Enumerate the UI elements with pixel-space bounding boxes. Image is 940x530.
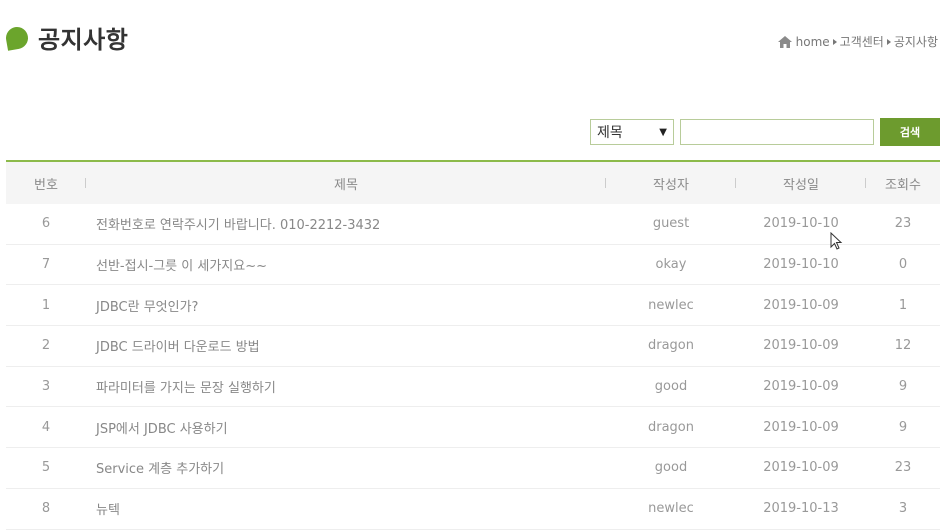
table-row: 1 JDBC란 무엇인가? newlec 2019-10-09 1 — [6, 285, 940, 327]
breadcrumb: home 고객센터 공지사항 — [777, 33, 938, 50]
cell-number: 1 — [41, 297, 51, 313]
table-row: 7 선반-접시-그릇 이 세가지요~~ okay 2019-10-10 0 — [6, 245, 940, 286]
cell-title-link[interactable]: 뉴텍 — [86, 499, 606, 518]
cell-title-link[interactable]: JDBC란 무엇인가? — [86, 296, 606, 315]
search-input[interactable] — [680, 119, 874, 145]
cell-writer: guest — [652, 216, 690, 232]
breadcrumb-separator-icon — [832, 38, 837, 45]
cell-writer: newlec — [648, 297, 694, 313]
search-button[interactable]: 검색 — [880, 118, 940, 146]
table-row: 8 뉴텍 newlec 2019-10-13 3 — [6, 489, 940, 530]
table-row: 3 파라미터를 가지는 문장 실행하기 good 2019-10-09 9 — [6, 367, 940, 408]
search-form: 제목 ▼ 검색 — [590, 118, 940, 146]
cell-date: 2019-10-10 — [763, 216, 839, 232]
cell-title-link[interactable]: 선반-접시-그릇 이 세가지요~~ — [86, 255, 606, 274]
cell-hits: 9 — [898, 379, 908, 395]
cell-title-link[interactable]: 파라미터를 가지는 문장 실행하기 — [86, 377, 606, 396]
header-date: 작성일 — [736, 174, 866, 193]
cell-date: 2019-10-09 — [763, 379, 839, 395]
cell-writer: good — [654, 379, 688, 395]
cell-date: 2019-10-09 — [763, 460, 839, 476]
breadcrumb-home[interactable]: home — [796, 35, 830, 49]
cell-number: 2 — [41, 338, 51, 354]
home-icon[interactable] — [777, 35, 793, 49]
cell-title-link[interactable]: JSP에서 JDBC 사용하기 — [86, 418, 606, 437]
cell-hits: 1 — [898, 297, 908, 313]
cell-number: 7 — [41, 257, 51, 273]
leaf-icon — [4, 24, 30, 51]
cell-hits: 0 — [898, 257, 908, 273]
cell-date: 2019-10-10 — [763, 257, 839, 273]
mouse-cursor-icon — [830, 232, 843, 250]
page-title: 공지사항 — [38, 26, 129, 54]
breadcrumb-customer-center[interactable]: 고객센터 — [840, 33, 884, 50]
search-field-select[interactable]: 제목 ▼ — [590, 119, 674, 145]
cell-hits: 12 — [894, 338, 912, 354]
cell-hits: 9 — [898, 419, 908, 435]
cell-hits: 23 — [894, 216, 912, 232]
table-row: 4 JSP에서 JDBC 사용하기 dragon 2019-10-09 9 — [6, 407, 940, 449]
header-number: 번호 — [6, 174, 86, 193]
cell-hits: 23 — [894, 460, 912, 476]
cell-number: 6 — [41, 216, 51, 232]
cell-title-link[interactable]: Service 계층 추가하기 — [86, 458, 606, 477]
header-title: 제목 — [86, 174, 606, 193]
cell-date: 2019-10-09 — [763, 338, 839, 354]
cell-date: 2019-10-09 — [763, 419, 839, 435]
cell-writer: dragon — [647, 419, 694, 435]
cell-date: 2019-10-09 — [763, 297, 839, 313]
breadcrumb-notice[interactable]: 공지사항 — [894, 33, 938, 50]
cell-number: 5 — [41, 460, 51, 476]
notice-table: 번호 제목 작성자 작성일 조회수 6 전화번호로 연락주시기 바랍니다. 01… — [6, 160, 940, 530]
cell-writer: okay — [655, 257, 687, 273]
cell-number: 3 — [41, 379, 51, 395]
breadcrumb-separator-icon — [886, 38, 891, 45]
page-header: 공지사항 — [4, 20, 129, 55]
cell-writer: good — [654, 460, 688, 476]
search-field-selected: 제목 — [597, 125, 623, 141]
cell-title-link[interactable]: JDBC 드라이버 다운로드 방법 — [86, 336, 606, 355]
cell-title-link[interactable]: 전화번호로 연락주시기 바랍니다. 010-2212-3432 — [86, 214, 606, 233]
table-header: 번호 제목 작성자 작성일 조회수 — [6, 160, 940, 204]
cell-number: 4 — [41, 419, 51, 435]
cell-writer: dragon — [647, 338, 694, 354]
chevron-down-icon: ▼ — [659, 126, 667, 138]
header-hits: 조회수 — [885, 177, 921, 193]
table-row: 5 Service 계층 추가하기 good 2019-10-09 23 — [6, 448, 940, 489]
header-writer: 작성자 — [606, 174, 736, 193]
table-row: 2 JDBC 드라이버 다운로드 방법 dragon 2019-10-09 12 — [6, 326, 940, 367]
table-row: 6 전화번호로 연락주시기 바랍니다. 010-2212-3432 guest … — [6, 204, 940, 245]
